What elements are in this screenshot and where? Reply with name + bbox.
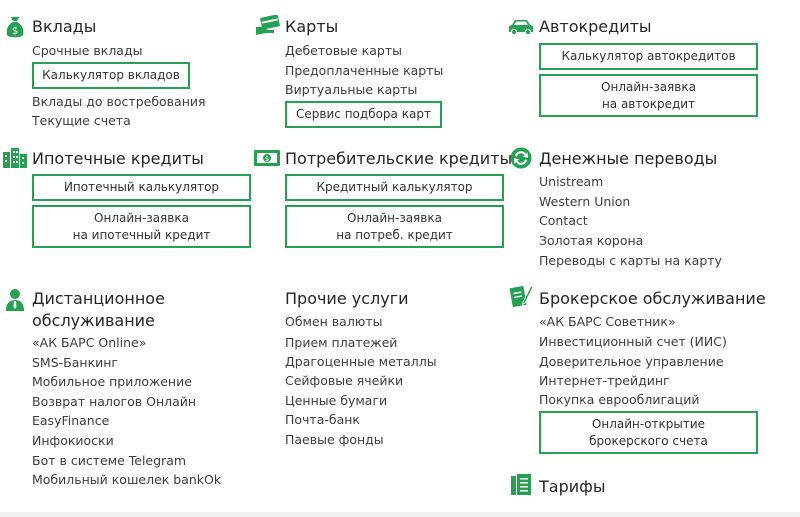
broker-link-iis[interactable]: Инвестиционный счет (ИИС): [539, 334, 727, 350]
remote-link-infokiosks[interactable]: Инфокиоски: [32, 433, 114, 449]
other-link-precious-metals[interactable]: Драгоценные металлы: [285, 354, 437, 370]
card-selection-label: Сервис подбора карт: [296, 107, 431, 121]
person-icon: [6, 289, 24, 311]
card-hand-icon: [256, 15, 280, 35]
cash-icon: $: [254, 150, 280, 166]
broker-account-apply-button[interactable]: Онлайн-открытие брокерского счета: [539, 411, 758, 454]
buildings-icon: [3, 148, 27, 168]
remote-link-easyfinance[interactable]: EasyFinance: [32, 413, 109, 429]
consumer-title[interactable]: Потребительские кредиты: [285, 148, 512, 170]
other-link-mutual-funds[interactable]: Паевые фонды: [285, 432, 384, 448]
broker-link-trust-management[interactable]: Доверительное управление: [539, 354, 724, 370]
deposits-link-demand[interactable]: Вклады до востребования: [32, 94, 206, 110]
deposits-link-current[interactable]: Текущие счета: [32, 113, 131, 129]
mortgage-title[interactable]: Ипотечные кредиты: [32, 148, 204, 170]
autoloan-apply-label: Онлайн-заявка на автокредит: [601, 79, 696, 111]
card-selection-button[interactable]: Сервис подбора карт: [285, 101, 442, 128]
remote-title-line1[interactable]: Дистанционное: [32, 288, 165, 310]
mortgage-calculator-button[interactable]: Ипотечный калькулятор: [32, 174, 251, 201]
cards-link-prepaid[interactable]: Предоплаченные карты: [285, 63, 443, 79]
remote-link-tax-refund[interactable]: Возврат налогов Онлайн: [32, 394, 196, 410]
car-icon: [509, 20, 533, 35]
remote-link-sms-banking[interactable]: SMS-Банкинг: [32, 355, 118, 371]
transfers-link-zolotaya-korona[interactable]: Золотая корона: [539, 233, 643, 249]
transfers-link-western-union[interactable]: Western Union: [539, 194, 630, 210]
broker-account-apply-label: Онлайн-открытие брокерского счета: [589, 416, 708, 448]
money-bag-icon: $: [6, 17, 24, 38]
deposit-calculator-button[interactable]: Калькулятор вкладов: [32, 62, 190, 89]
deposit-calculator-label: Калькулятор вкладов: [42, 68, 180, 82]
cards-link-debit[interactable]: Дебетовые карты: [285, 43, 402, 59]
autoloan-calculator-button[interactable]: Калькулятор автокредитов: [539, 43, 758, 70]
consumer-apply-label: Онлайн-заявка на потреб. кредит: [336, 210, 453, 242]
transfers-link-card-to-card[interactable]: Переводы с карты на карту: [539, 253, 722, 269]
svg-text:$: $: [265, 155, 269, 163]
remote-link-telegram-bot[interactable]: Бот в системе Telegram: [32, 453, 186, 469]
other-link-securities[interactable]: Ценные бумаги: [285, 393, 387, 409]
autoloan-calculator-label: Калькулятор автокредитов: [561, 49, 736, 63]
tariffs-title[interactable]: Тарифы: [539, 476, 605, 498]
autoloan-apply-button[interactable]: Онлайн-заявка на автокредит: [539, 74, 758, 117]
mortgage-apply-button[interactable]: Онлайн-заявка на ипотечный кредит: [32, 205, 251, 248]
credit-calculator-label: Кредитный калькулятор: [316, 180, 473, 194]
remote-link-bankok[interactable]: Мобильный кошелек bankOk: [32, 472, 221, 488]
other-link-currency-exchange[interactable]: Обмен валюты: [285, 314, 383, 330]
mortgage-calculator-label: Ипотечный калькулятор: [63, 180, 220, 194]
other-link-post-bank[interactable]: Почта-банк: [285, 412, 360, 428]
deposits-title[interactable]: Вклады: [32, 16, 96, 38]
remote-link-akbars-online[interactable]: «АК БАРС Online»: [32, 335, 146, 351]
exchange-icon: [510, 147, 532, 169]
broker-link-eurobonds[interactable]: Покупка еврооблигаций: [539, 392, 699, 408]
remote-title-line2[interactable]: обслуживание: [32, 310, 155, 332]
credit-calculator-button[interactable]: Кредитный калькулятор: [285, 174, 504, 201]
book-icon: [511, 474, 531, 495]
transfers-title[interactable]: Денежные переводы: [539, 148, 717, 170]
other-title[interactable]: Прочие услуги: [285, 288, 409, 310]
consumer-apply-button[interactable]: Онлайн-заявка на потреб. кредит: [285, 205, 504, 248]
broker-link-internet-trading[interactable]: Интернет-трейдинг: [539, 373, 670, 389]
other-link-payments[interactable]: Прием платежей: [285, 335, 397, 351]
other-link-safe-boxes[interactable]: Сейфовые ячейки: [285, 373, 403, 389]
autoloans-title[interactable]: Автокредиты: [539, 16, 652, 38]
cards-link-virtual[interactable]: Виртуальные карты: [285, 82, 417, 98]
svg-text:$: $: [12, 26, 18, 37]
broker-link-akbars-advisor[interactable]: «АК БАРС Советник»: [539, 314, 676, 330]
bottom-divider: [0, 512, 800, 517]
cards-title[interactable]: Карты: [285, 16, 338, 38]
remote-link-mobile-app[interactable]: Мобильное приложение: [32, 374, 192, 390]
document-pen-icon: [509, 285, 533, 308]
mortgage-apply-label: Онлайн-заявка на ипотечный кредит: [72, 210, 211, 242]
broker-title[interactable]: Брокерское обслуживание: [539, 288, 766, 310]
transfers-link-contact[interactable]: Contact: [539, 213, 588, 229]
deposits-link-term[interactable]: Срочные вклады: [32, 43, 142, 59]
transfers-link-unistream[interactable]: Unistream: [539, 174, 603, 190]
